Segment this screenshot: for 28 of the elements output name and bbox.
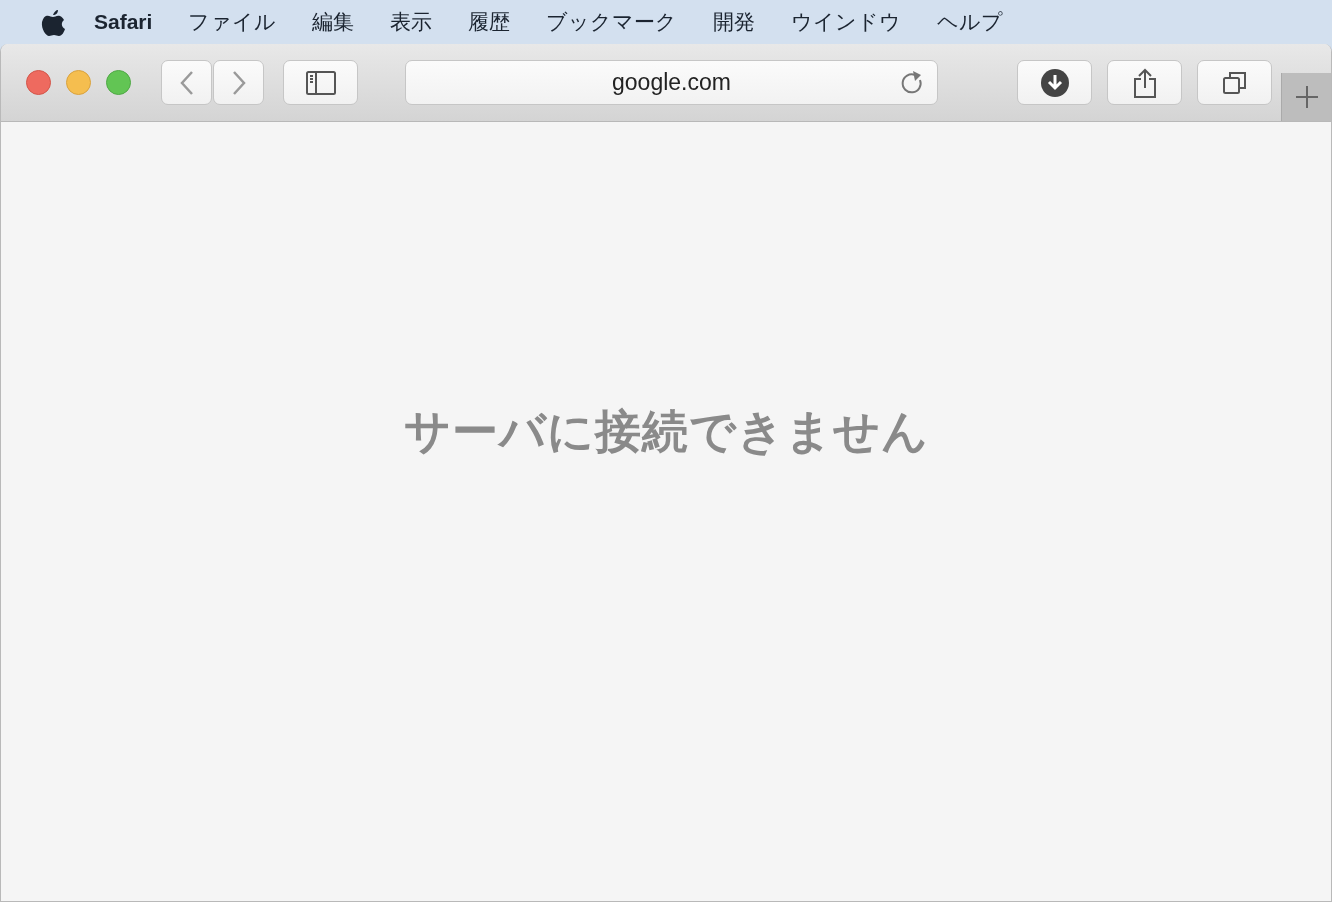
address-field[interactable]: google.com [405, 60, 938, 105]
menu-item[interactable]: 履歴 [450, 8, 529, 36]
error-message: サーバに接続できません [403, 402, 929, 460]
share-button[interactable] [1107, 60, 1182, 105]
menu-item[interactable]: ヘルプ [919, 8, 1022, 36]
plus-icon [1295, 86, 1318, 108]
forward-button[interactable] [213, 60, 264, 105]
menu-item[interactable]: 表示 [372, 8, 451, 36]
menu-item[interactable]: 開発 [695, 8, 774, 36]
app-menu[interactable]: Safari [76, 10, 171, 34]
menu-item[interactable]: 編集 [294, 8, 373, 36]
two-squares-icon [1222, 70, 1247, 95]
chevron-right-icon [230, 69, 247, 96]
tabs-overview-button[interactable] [1197, 60, 1272, 105]
sidebar-button[interactable] [283, 60, 358, 105]
reload-icon[interactable] [901, 69, 925, 96]
share-icon [1132, 67, 1157, 98]
apple-logo-icon[interactable] [40, 7, 66, 37]
menu-item[interactable]: ウインドウ [773, 8, 920, 36]
menu-item[interactable]: ファイル [170, 8, 295, 36]
new-tab-button[interactable] [1281, 73, 1331, 121]
menu-item[interactable]: ブックマーク [528, 8, 696, 36]
close-button[interactable] [26, 70, 51, 95]
download-icon [1040, 68, 1069, 97]
downloads-button[interactable] [1017, 60, 1092, 105]
back-button[interactable] [161, 60, 212, 105]
sidebar-icon [305, 70, 336, 95]
chevron-left-icon [178, 69, 195, 96]
